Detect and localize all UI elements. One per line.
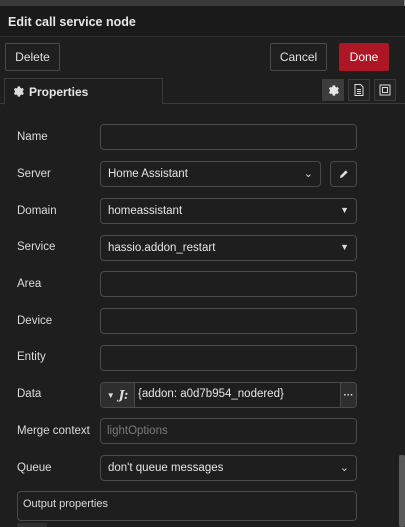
- queue-value: don't queue messages: [108, 462, 224, 474]
- domain-value: homeassistant: [108, 205, 183, 217]
- description-icon: [354, 84, 364, 96]
- device-input[interactable]: [100, 308, 357, 334]
- appearance-icon: [379, 84, 391, 96]
- edit-server-button[interactable]: [330, 161, 357, 187]
- caret-down-icon: ▼: [340, 242, 349, 252]
- dialog-title: Edit call service node: [0, 6, 405, 37]
- merge-context-label: Merge context: [17, 425, 90, 437]
- output-row-stub: [17, 523, 47, 527]
- server-label: Server: [17, 168, 51, 180]
- domain-label: Domain: [17, 205, 57, 217]
- tab-appearance[interactable]: [374, 79, 396, 101]
- domain-select[interactable]: homeassistant ▼: [100, 198, 357, 224]
- chevron-down-icon: ⌄: [303, 168, 313, 180]
- data-type-selector[interactable]: ▼ J:: [101, 383, 135, 407]
- data-typed-input[interactable]: ▼ J: {addon: a0d7b954_nodered} ···: [100, 382, 357, 408]
- pencil-icon: [339, 170, 348, 178]
- name-label: Name: [17, 131, 48, 143]
- gear-icon: [13, 86, 24, 97]
- area-input[interactable]: [100, 271, 357, 297]
- server-select[interactable]: Home Assistant ⌄: [100, 161, 321, 187]
- entity-label: Entity: [17, 351, 46, 363]
- merge-context-placeholder: lightOptions: [107, 425, 168, 437]
- server-value: Home Assistant: [108, 168, 188, 180]
- delete-button[interactable]: Delete: [5, 43, 60, 71]
- done-button[interactable]: Done: [339, 43, 389, 71]
- jsonata-icon: J:: [118, 388, 129, 402]
- merge-context-input[interactable]: lightOptions: [100, 418, 357, 444]
- queue-select[interactable]: don't queue messages ⌄: [100, 455, 357, 481]
- service-select[interactable]: hassio.addon_restart ▼: [100, 235, 357, 261]
- device-label: Device: [17, 315, 53, 327]
- tab-properties-label: Properties: [29, 84, 89, 99]
- data-label: Data: [17, 388, 42, 400]
- output-properties-label: Output properties: [23, 498, 108, 510]
- service-label: Service: [17, 241, 56, 253]
- queue-label: Queue: [17, 462, 52, 474]
- gear-icon: [328, 84, 339, 96]
- name-input[interactable]: [100, 124, 357, 150]
- cancel-button[interactable]: Cancel: [270, 43, 327, 71]
- caret-down-icon: ▼: [340, 205, 349, 215]
- data-value: {addon: a0d7b954_nodered}: [138, 388, 284, 400]
- tab-description[interactable]: [348, 79, 370, 101]
- chevron-down-icon: ⌄: [339, 462, 349, 474]
- tab-settings[interactable]: [322, 79, 344, 101]
- tab-bar: Properties: [0, 78, 405, 105]
- output-properties-box: Output properties: [17, 491, 357, 521]
- tab-properties[interactable]: Properties: [4, 78, 163, 105]
- caret-down-icon: ▼: [106, 390, 115, 400]
- scrollbar[interactable]: [399, 455, 405, 527]
- ellipsis-icon: ···: [343, 389, 354, 401]
- service-value: hassio.addon_restart: [108, 242, 216, 254]
- expand-editor-button[interactable]: ···: [340, 383, 356, 407]
- entity-input[interactable]: [100, 345, 357, 371]
- area-label: Area: [17, 278, 42, 290]
